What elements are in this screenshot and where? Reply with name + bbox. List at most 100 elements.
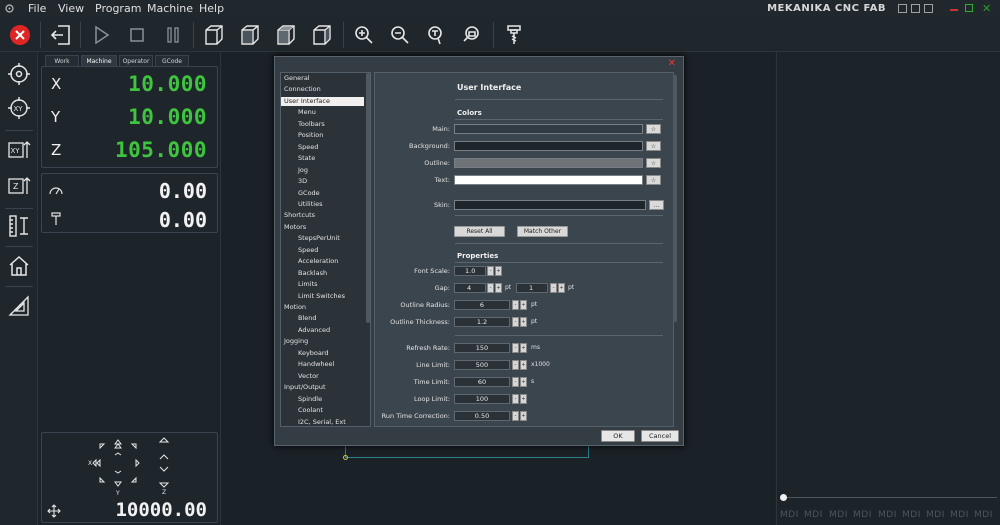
pause-icon[interactable] — [158, 21, 188, 49]
nav-item[interactable]: Toolbars — [281, 120, 364, 129]
stop-icon[interactable] — [122, 21, 152, 49]
match-other-button[interactable]: Match Other — [517, 226, 568, 237]
nav-item[interactable]: Speed — [281, 246, 364, 255]
nav-item[interactable]: Blend — [281, 314, 364, 323]
content-scrollbar[interactable] — [673, 75, 677, 322]
run-time-correction-minus-button[interactable]: - — [512, 411, 519, 421]
nav-item[interactable]: Motion — [281, 303, 364, 312]
nav-scrollbar[interactable] — [366, 73, 370, 323]
nav-item[interactable]: StepsPerUnit — [281, 234, 364, 243]
gap-1-plus-button[interactable]: + — [495, 283, 502, 293]
close-dialog-icon[interactable]: ✕ — [668, 58, 676, 69]
maximize-icon[interactable] — [965, 4, 973, 12]
refresh-rate-minus-button[interactable]: - — [512, 343, 519, 353]
menu-program[interactable]: Program — [95, 2, 141, 15]
gap-input-1[interactable]: 4 — [454, 283, 486, 293]
nav-item[interactable]: State — [281, 154, 364, 163]
mdi-label[interactable]: MDI — [804, 510, 823, 520]
time-limit-input[interactable]: 60 — [454, 377, 510, 387]
outline-radius-minus-button[interactable]: - — [512, 300, 519, 310]
nav-item[interactable]: Coolant — [281, 406, 364, 415]
outline-thickness-plus-button[interactable]: + — [520, 317, 527, 327]
menu-machine[interactable]: Machine — [147, 2, 193, 15]
tab-machine[interactable]: Machine — [81, 55, 117, 66]
nav-item[interactable]: Acceleration — [281, 257, 364, 266]
view-iso-icon[interactable] — [199, 21, 229, 49]
home-icon[interactable] — [5, 252, 33, 280]
mdi-label[interactable]: MDI — [974, 510, 993, 520]
line-limit-minus-button[interactable]: - — [512, 360, 519, 370]
nav-item[interactable]: Shortcuts — [281, 211, 364, 220]
restore-window-icon[interactable] — [911, 4, 920, 13]
nav-item[interactable]: Keyboard — [281, 349, 364, 358]
color-swatch[interactable] — [454, 141, 643, 151]
zoom-in-icon[interactable] — [349, 21, 379, 49]
nav-item[interactable]: Utilities — [281, 200, 364, 209]
menu-view[interactable]: View — [58, 2, 84, 15]
nav-item[interactable]: Jogging — [281, 337, 364, 346]
nav-item[interactable]: Menu — [281, 108, 364, 117]
outline-radius-input[interactable]: 6 — [454, 300, 510, 310]
nav-item[interactable]: Motors — [281, 223, 364, 232]
run-time-correction-input[interactable]: 0.50 — [454, 411, 510, 421]
nav-item[interactable]: User Interface — [281, 96, 364, 106]
mdi-label[interactable]: MDI — [829, 510, 848, 520]
font-scale-minus-button[interactable]: - — [487, 266, 494, 276]
nav-item[interactable]: Position — [281, 131, 364, 140]
gap-2-plus-button[interactable]: + — [558, 283, 565, 293]
minimize-icon[interactable] — [950, 9, 958, 11]
probe-xy-icon[interactable]: XY — [5, 94, 33, 122]
jog-arrows-icon[interactable]: X Y Z — [86, 435, 196, 495]
nav-item[interactable]: Jog — [281, 166, 364, 175]
nav-item[interactable]: Vector — [281, 372, 364, 381]
refresh-rate-input[interactable]: 150 — [454, 343, 510, 353]
nav-item[interactable]: Speed — [281, 143, 364, 152]
workpiece-icon[interactable] — [5, 292, 33, 320]
exit-icon[interactable] — [46, 21, 76, 49]
color-swatch[interactable] — [454, 175, 643, 185]
refresh-rate-plus-button[interactable]: + — [520, 343, 527, 353]
zoom-fit-icon[interactable] — [421, 21, 451, 49]
tab-gcode[interactable]: GCode — [155, 55, 189, 66]
color-picker-button[interactable]: ☆ — [646, 175, 661, 185]
color-swatch[interactable] — [454, 158, 643, 168]
jog-speed-value[interactable]: 10000.00 — [115, 499, 207, 521]
view-side-icon[interactable] — [307, 21, 337, 49]
zoom-out-icon[interactable] — [385, 21, 415, 49]
nav-item[interactable]: General — [281, 74, 364, 83]
mdi-label[interactable]: MDI — [853, 510, 872, 520]
color-picker-button[interactable]: ☆ — [646, 141, 661, 151]
loop-limit-minus-button[interactable]: - — [512, 394, 519, 404]
line-limit-plus-button[interactable]: + — [520, 360, 527, 370]
nav-item[interactable]: Backlash — [281, 269, 364, 278]
outline-thickness-minus-button[interactable]: - — [512, 317, 519, 327]
mdi-label[interactable]: MDI — [902, 510, 921, 520]
time-limit-minus-button[interactable]: - — [512, 377, 519, 387]
outline-radius-plus-button[interactable]: + — [520, 300, 527, 310]
play-icon[interactable] — [86, 21, 116, 49]
time-limit-plus-button[interactable]: + — [520, 377, 527, 387]
nav-item[interactable]: Connection — [281, 85, 364, 94]
color-picker-button[interactable]: ☆ — [646, 158, 661, 168]
view-top-icon[interactable] — [271, 21, 301, 49]
loop-limit-plus-button[interactable]: + — [520, 394, 527, 404]
close-icon[interactable]: ✕ — [982, 2, 991, 15]
color-picker-button[interactable]: ☆ — [646, 124, 661, 134]
menu-help[interactable]: Help — [199, 2, 224, 15]
nav-item[interactable]: GCode — [281, 189, 364, 198]
set-z-icon[interactable]: Z — [5, 172, 33, 200]
skin-browse-button[interactable]: ... — [649, 200, 664, 210]
slider-handle[interactable] — [780, 494, 787, 501]
estop-icon[interactable] — [5, 21, 35, 49]
mdi-label[interactable]: MDI — [780, 510, 799, 520]
nav-item[interactable]: Limit Switches — [281, 292, 364, 301]
menu-file[interactable]: File — [28, 2, 46, 15]
nav-item[interactable]: Advanced — [281, 326, 364, 335]
tab-operator[interactable]: Operator — [119, 55, 153, 66]
tab-work[interactable]: Work — [45, 55, 79, 66]
axis-y-value[interactable]: 10.000 — [128, 105, 207, 129]
zoom-selection-icon[interactable] — [457, 21, 487, 49]
mdi-label[interactable]: MDI — [878, 510, 897, 520]
view-front-icon[interactable] — [235, 21, 265, 49]
nav-item[interactable]: Handwheel — [281, 360, 364, 369]
